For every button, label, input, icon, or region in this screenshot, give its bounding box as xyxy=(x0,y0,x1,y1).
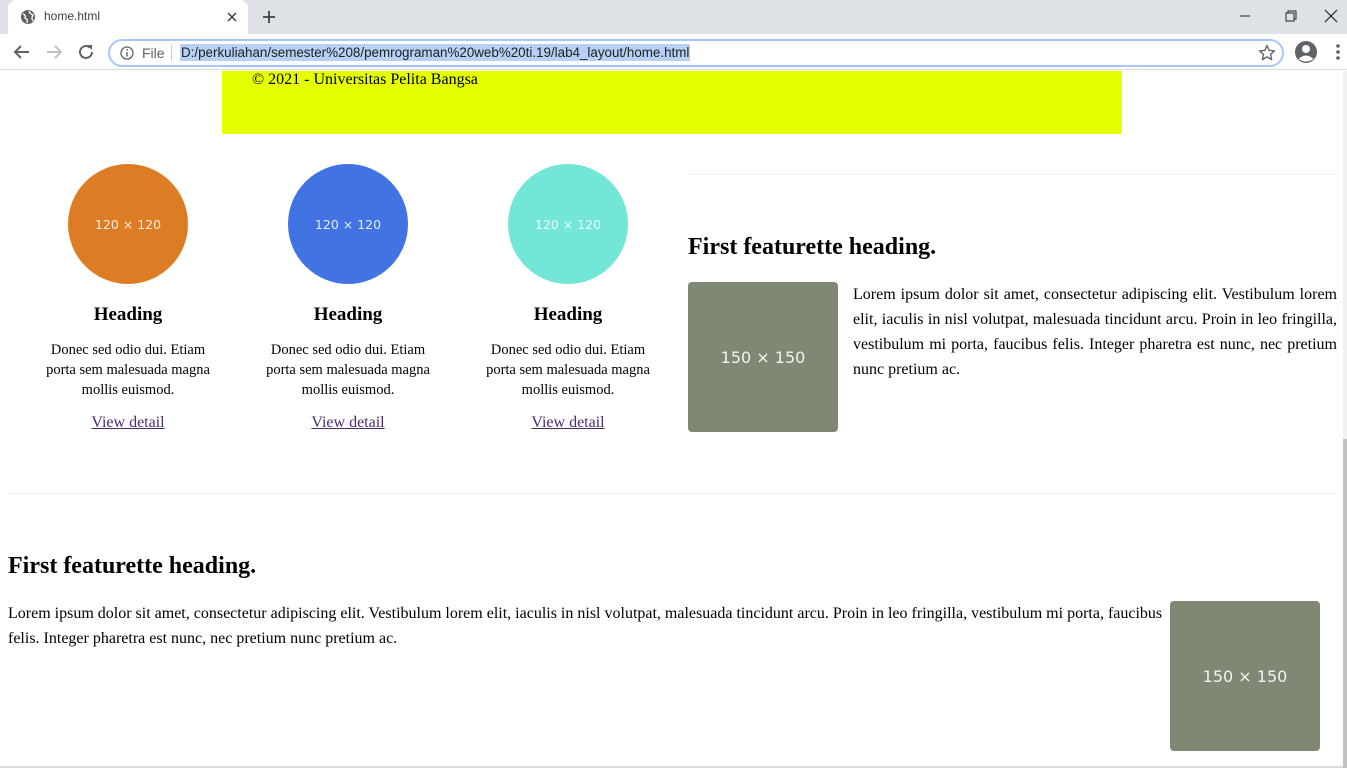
column-text: Donec sed odio dui. Etiam porta sem male… xyxy=(266,342,430,398)
column-text: Donec sed odio dui. Etiam porta sem male… xyxy=(486,342,650,398)
column-text: Donec sed odio dui. Etiam porta sem male… xyxy=(46,342,210,398)
featurette-placeholder-image: 150 × 150 xyxy=(688,282,838,432)
minimize-button[interactable] xyxy=(1222,0,1268,32)
placeholder-size-label: 120 × 120 xyxy=(94,216,162,232)
featurette-heading: First featurette heading. xyxy=(8,553,257,579)
back-button[interactable] xyxy=(10,40,34,64)
view-detail-link[interactable]: View detail xyxy=(91,414,164,432)
minimize-icon xyxy=(1240,15,1250,17)
tab-strip: home.html xyxy=(0,0,1347,34)
close-icon xyxy=(1324,9,1337,23)
view-detail-link[interactable]: View detail xyxy=(311,414,384,432)
address-bar[interactable]: File D:/perkuliahan/semester%208/pemrogr… xyxy=(108,39,1284,67)
arrow-right-icon xyxy=(47,45,63,59)
marketing-column: 120 × 120 Heading Donec sed odio dui. Et… xyxy=(458,164,678,432)
url-text[interactable]: D:/perkuliahan/semester%208/pemrograman%… xyxy=(180,44,691,61)
featurette-text: Lorem ipsum dolor sit amet, consectetur … xyxy=(853,286,1337,378)
browser-tab[interactable]: home.html xyxy=(8,0,248,34)
reload-icon xyxy=(79,44,93,59)
featurette-text: Lorem ipsum dolor sit amet, consectetur … xyxy=(8,605,1163,647)
featurette-divider xyxy=(688,174,1335,175)
vertical-scrollbar[interactable] xyxy=(1343,71,1347,768)
forward-button[interactable] xyxy=(42,40,66,64)
featurette-placeholder-image: 150 × 150 xyxy=(1170,601,1320,751)
featurette-divider xyxy=(8,493,1335,494)
column-heading: Heading xyxy=(93,304,163,325)
info-icon[interactable] xyxy=(120,46,134,60)
restore-icon xyxy=(1285,10,1297,22)
profile-icon[interactable] xyxy=(1294,40,1318,64)
view-detail-link[interactable]: View detail xyxy=(531,414,604,432)
tab-title: home.html xyxy=(44,9,101,23)
menu-dots-icon[interactable] xyxy=(1330,42,1346,62)
browser-toolbar: File D:/perkuliahan/semester%208/pemrogr… xyxy=(0,34,1347,70)
placeholder-size-label: 120 × 120 xyxy=(534,216,602,232)
placeholder-size-label: 120 × 120 xyxy=(314,216,382,232)
page-viewport: © 2021 - Universitas Pelita Bangsa 120 ×… xyxy=(0,71,1343,768)
placeholder-size-label: 150 × 150 xyxy=(720,347,806,367)
globe-icon xyxy=(21,10,35,24)
page-footer: © 2021 - Universitas Pelita Bangsa xyxy=(222,71,1122,134)
column-heading: Heading xyxy=(533,304,603,325)
reload-button[interactable] xyxy=(74,40,98,64)
close-window-button[interactable] xyxy=(1314,0,1347,32)
marketing-column: 120 × 120 Heading Donec sed odio dui. Et… xyxy=(238,164,458,432)
file-scheme-label: File xyxy=(142,45,165,61)
column-heading: Heading xyxy=(313,304,383,325)
close-tab-icon[interactable] xyxy=(224,9,240,25)
star-icon[interactable] xyxy=(1258,44,1276,62)
new-tab-icon[interactable] xyxy=(259,7,279,27)
arrow-left-icon xyxy=(13,45,29,59)
circle-placeholder-image: 120 × 120 xyxy=(508,164,628,284)
circle-placeholder-image: 120 × 120 xyxy=(68,164,188,284)
omnibox-separator xyxy=(171,45,172,61)
featurette-heading: First featurette heading. xyxy=(688,234,937,260)
footer-text: © 2021 - Universitas Pelita Bangsa xyxy=(252,71,478,88)
marketing-column: 120 × 120 Heading Donec sed odio dui. Et… xyxy=(18,164,238,432)
restore-button[interactable] xyxy=(1268,0,1314,32)
circle-placeholder-image: 120 × 120 xyxy=(288,164,408,284)
scrollbar-thumb[interactable] xyxy=(1343,439,1347,768)
placeholder-size-label: 150 × 150 xyxy=(1202,666,1288,686)
